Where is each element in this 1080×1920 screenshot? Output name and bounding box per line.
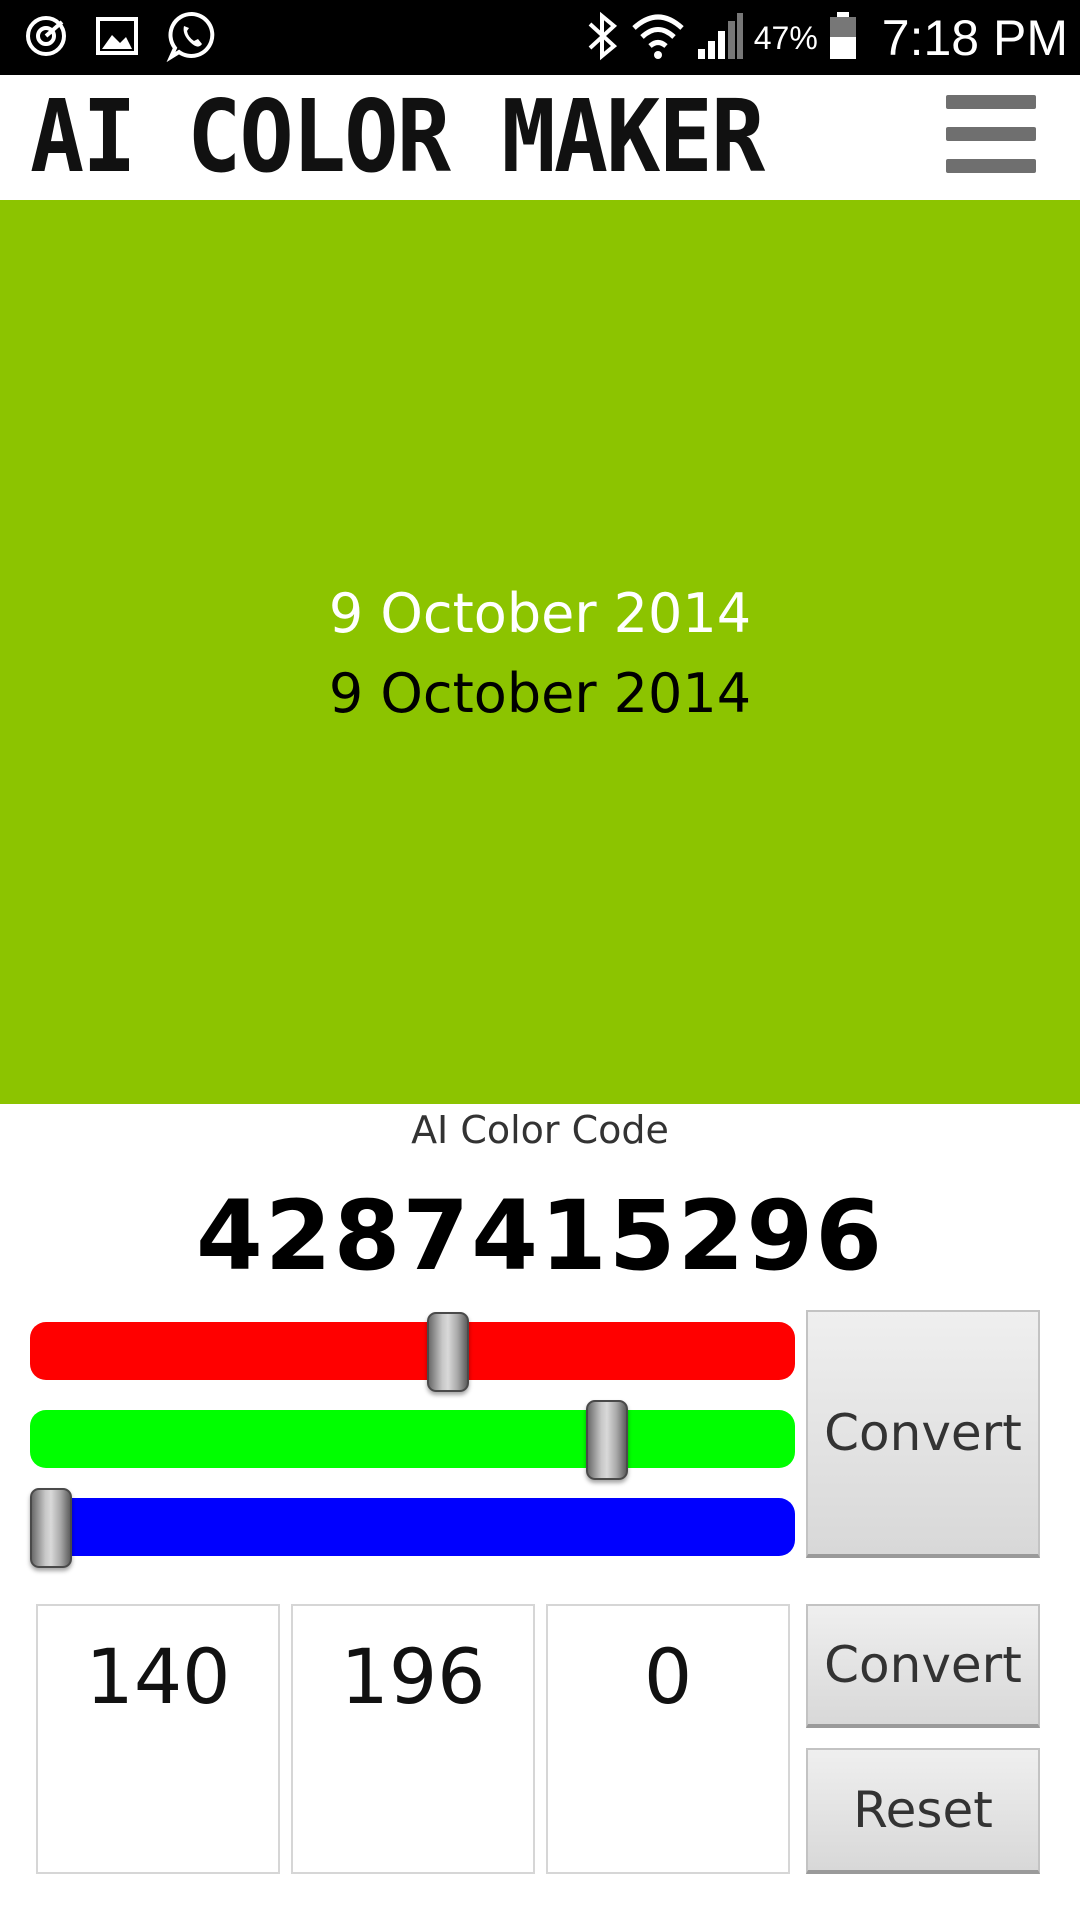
color-preview: 9 October 2014 9 October 2014 (0, 200, 1080, 1104)
convert-inputs-button[interactable]: Convert (806, 1604, 1040, 1728)
color-code-label: AI Color Code (411, 1108, 669, 1152)
blue-slider-thumb[interactable] (30, 1488, 72, 1568)
status-bar-notifications (24, 10, 218, 66)
preview-date-dark: 9 October 2014 (328, 662, 752, 725)
red-value-input[interactable]: 140 (36, 1604, 280, 1874)
battery-icon (828, 11, 858, 66)
green-value-input[interactable]: 196 (291, 1604, 535, 1874)
status-bar-system: 47% 7:18 PM (584, 6, 1068, 70)
battery-percent: 47% (753, 19, 818, 56)
app-title: AI COLOR MAKER (30, 78, 765, 195)
preview-date-light: 9 October 2014 (328, 582, 752, 645)
blue-slider[interactable] (30, 1488, 795, 1568)
target-icon (24, 14, 68, 63)
status-bar: 47% 7:18 PM (0, 0, 1080, 75)
reset-button[interactable]: Reset (806, 1748, 1040, 1874)
blue-value-input[interactable]: 0 (546, 1604, 790, 1874)
green-slider[interactable] (30, 1400, 795, 1480)
convert-sliders-button[interactable]: Convert (806, 1310, 1040, 1558)
app-bar: AI COLOR MAKER (0, 75, 1080, 200)
bluetooth-icon (584, 10, 620, 67)
red-slider[interactable] (30, 1312, 795, 1392)
image-icon (96, 16, 138, 60)
red-slider-thumb[interactable] (426, 1312, 469, 1392)
whatsapp-icon (166, 10, 218, 67)
hamburger-menu-icon[interactable] (946, 95, 1036, 175)
wifi-icon (630, 10, 686, 67)
green-slider-thumb[interactable] (585, 1400, 628, 1480)
signal-icon (696, 11, 744, 66)
clock: 7:18 PM (881, 10, 1068, 66)
color-code-value: 4287415296 (196, 1180, 884, 1292)
